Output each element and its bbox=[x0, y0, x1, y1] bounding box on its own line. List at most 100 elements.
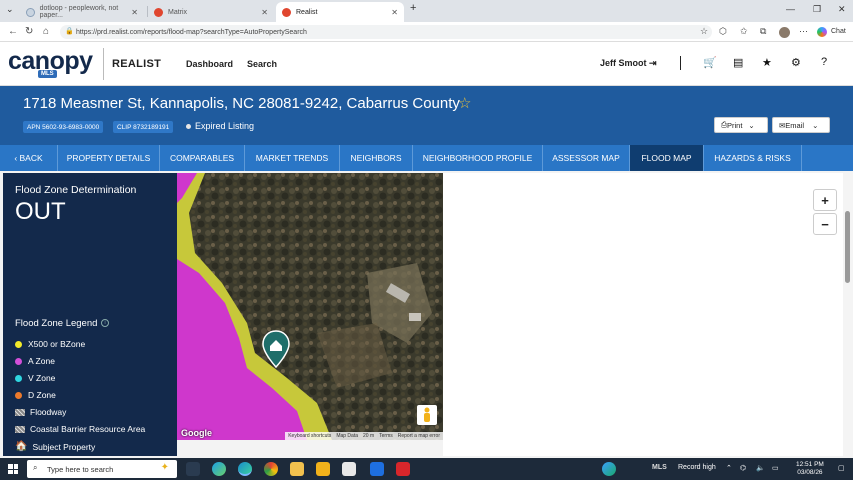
new-tab-icon[interactable]: + bbox=[410, 2, 416, 14]
weather-icon[interactable] bbox=[602, 462, 616, 476]
email-label: Email bbox=[785, 120, 805, 130]
speaker-icon[interactable]: 🔈 bbox=[756, 464, 765, 472]
chat-label[interactable]: Chat bbox=[831, 28, 846, 35]
logo-divider bbox=[103, 48, 104, 80]
home-icon[interactable]: ⌂ bbox=[43, 26, 49, 37]
apn-badge: APN 5602-93-6983-0000 bbox=[23, 121, 104, 133]
windows-start-icon[interactable] bbox=[8, 464, 18, 474]
task-view-icon[interactable] bbox=[186, 462, 200, 476]
tab-property-details[interactable]: PROPERTY DETAILS bbox=[58, 145, 160, 171]
tab-market-trends[interactable]: MARKET TRENDS bbox=[245, 145, 340, 171]
file-explorer-icon[interactable] bbox=[290, 462, 304, 476]
pdf-app-icon[interactable] bbox=[396, 462, 410, 476]
system-clock[interactable]: 12:51 PM 03/08/26 bbox=[796, 461, 824, 477]
user-name[interactable]: Jeff Smoot ⇥ bbox=[600, 58, 657, 69]
logout-icon[interactable]: ⇥ bbox=[649, 58, 657, 68]
site-header: canopy MLS REALIST Dashboard Search Jeff… bbox=[0, 42, 853, 86]
tab-comparables[interactable]: COMPARABLES bbox=[160, 145, 245, 171]
windows-taskbar: ⌕ Type here to search ✦ MLS Record high … bbox=[0, 458, 853, 480]
photos-icon[interactable] bbox=[342, 462, 356, 476]
minimize-icon[interactable]: — bbox=[786, 4, 795, 14]
save-property-star-icon[interactable]: ☆ bbox=[458, 94, 471, 112]
hatch-pattern-icon bbox=[15, 408, 25, 416]
tab-hazards-risks[interactable]: HAZARDS & RISKS bbox=[704, 145, 802, 171]
favorites-icon[interactable]: ✩ bbox=[740, 26, 748, 37]
copilot-taskbar-icon[interactable] bbox=[212, 462, 226, 476]
favorite-star-icon[interactable]: ☆ bbox=[700, 26, 708, 37]
property-banner: 1718 Measmer St, Kannapolis, NC 28081-92… bbox=[0, 86, 853, 145]
clock-date: 03/08/26 bbox=[797, 469, 823, 476]
tab-list-icon[interactable]: ⌄ bbox=[6, 4, 14, 15]
map-data-link[interactable]: Map Data bbox=[336, 433, 358, 439]
map-empty-area bbox=[443, 173, 843, 456]
report-error-link[interactable]: Report a map error bbox=[398, 433, 440, 439]
scrollbar-thumb[interactable] bbox=[845, 211, 850, 283]
tab-assessor-map[interactable]: ASSESSOR MAP bbox=[543, 145, 630, 171]
print-label: Print bbox=[727, 120, 743, 130]
search-highlight-icon: ✦ bbox=[160, 462, 169, 473]
keyboard-shortcuts-link[interactable]: Keyboard shortcuts bbox=[288, 433, 331, 439]
matrix-favicon-icon bbox=[154, 7, 163, 17]
zoom-out-button[interactable]: − bbox=[813, 213, 837, 235]
close-tab-icon[interactable]: ✕ bbox=[391, 8, 398, 17]
copilot-icon[interactable] bbox=[817, 27, 827, 37]
url-field[interactable]: 🔒 https://prd.realist.com/reports/flood-… bbox=[60, 25, 712, 39]
tray-text[interactable]: Record high bbox=[678, 464, 716, 471]
zoom-in-button[interactable]: + bbox=[813, 189, 837, 211]
profile-avatar[interactable] bbox=[779, 27, 790, 38]
property-address: 1718 Measmer St, Kannapolis, NC 28081-92… bbox=[23, 95, 460, 112]
extensions-icon[interactable]: ⬡ bbox=[719, 26, 727, 37]
document-icon[interactable]: ▤ bbox=[733, 56, 743, 69]
msn-widget-icon[interactable]: MLS bbox=[652, 464, 667, 471]
nav-dashboard[interactable]: Dashboard bbox=[186, 59, 233, 69]
browser-tab-realist[interactable]: Realist ✕ bbox=[276, 2, 404, 22]
listing-status: Expired Listing bbox=[186, 121, 254, 131]
chrome-icon[interactable] bbox=[264, 462, 278, 476]
browser-tab-matrix[interactable]: Matrix ✕ bbox=[148, 2, 274, 22]
address-bar-row: ← ↻ ⌂ 🔒 https://prd.realist.com/reports/… bbox=[0, 22, 853, 42]
chevron-down-icon: ⌄ bbox=[812, 120, 819, 130]
network-icon[interactable]: ⌬ bbox=[740, 464, 746, 472]
email-button[interactable]: ✉ Email ⌄ bbox=[772, 117, 830, 133]
flood-map[interactable]: Google Keyboard shortcuts Map Data 20 m … bbox=[177, 173, 443, 440]
flood-zone-panel: Flood Zone Determination OUT Flood Zone … bbox=[3, 173, 177, 456]
nav-search[interactable]: Search bbox=[247, 59, 277, 69]
terms-link[interactable]: Terms bbox=[379, 433, 393, 439]
print-button[interactable]: ⎙ Print ⌄ bbox=[714, 117, 768, 133]
lock-icon: 🔒 bbox=[65, 28, 74, 35]
favorites-star-icon[interactable]: ★ bbox=[762, 56, 772, 69]
battery-icon[interactable]: ▭ bbox=[772, 464, 779, 472]
dropbox-icon[interactable] bbox=[370, 462, 384, 476]
clip-badge: CLIP 8732189191 bbox=[113, 121, 174, 133]
sticky-notes-icon[interactable] bbox=[316, 462, 330, 476]
collections-icon[interactable]: ⧉ bbox=[760, 26, 766, 37]
tab-flood-map[interactable]: FLOOD MAP bbox=[630, 145, 704, 171]
notifications-icon[interactable]: ▢ bbox=[838, 464, 845, 472]
help-icon[interactable]: ? bbox=[821, 56, 827, 68]
street-view-pegman-icon[interactable] bbox=[417, 405, 437, 425]
legend-item-subject-property: 🏠 Subject Property bbox=[15, 441, 95, 452]
taskbar-search-field[interactable]: ⌕ Type here to search ✦ bbox=[27, 460, 177, 478]
google-attribution: Google bbox=[181, 428, 212, 438]
chevron-up-icon[interactable]: ⌃ bbox=[726, 464, 732, 472]
tab-neighborhood-profile[interactable]: NEIGHBORHOOD PROFILE bbox=[413, 145, 543, 171]
tab-back[interactable]: ‹ BACK bbox=[0, 145, 58, 171]
maximize-icon[interactable]: ❐ bbox=[813, 4, 821, 15]
info-icon[interactable]: i bbox=[101, 319, 109, 327]
reload-icon[interactable]: ↻ bbox=[25, 26, 33, 37]
back-arrow-icon[interactable]: ← bbox=[8, 26, 18, 37]
close-window-icon[interactable]: ✕ bbox=[838, 4, 846, 15]
page-scrollbar[interactable] bbox=[843, 173, 853, 456]
hatch-pattern-icon bbox=[15, 425, 25, 433]
browser-tab-dotloop[interactable]: dotloop - peoplework, not paper... ✕ bbox=[20, 2, 144, 22]
realist-favicon-icon bbox=[282, 7, 291, 17]
close-tab-icon[interactable]: ✕ bbox=[131, 8, 138, 17]
more-menu-icon[interactable]: ⋯ bbox=[799, 26, 808, 37]
house-icon: 🏠 bbox=[15, 441, 28, 452]
settings-gear-icon[interactable]: ⚙ bbox=[791, 56, 801, 69]
cart-icon[interactable]: 🛒 bbox=[703, 56, 717, 69]
tab-neighbors[interactable]: NEIGHBORS bbox=[340, 145, 413, 171]
tab-title: Matrix bbox=[168, 8, 188, 16]
edge-icon[interactable] bbox=[238, 462, 252, 476]
close-tab-icon[interactable]: ✕ bbox=[261, 8, 268, 17]
